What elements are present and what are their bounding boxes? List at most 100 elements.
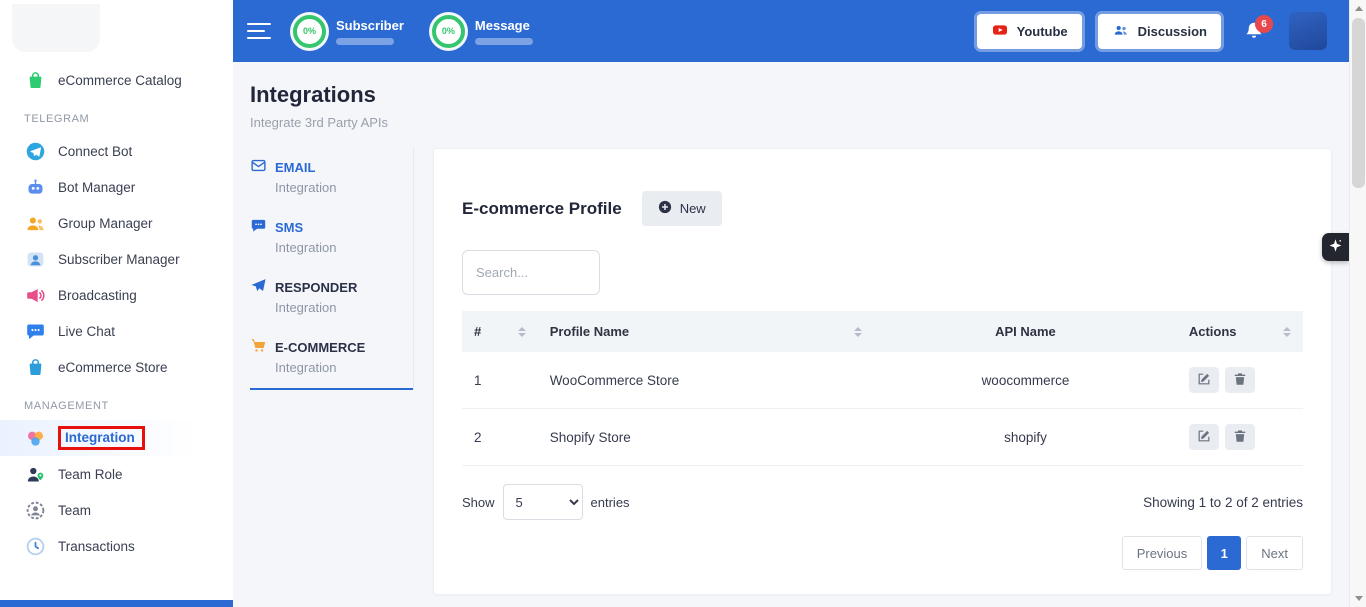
hamburger-menu-icon[interactable] xyxy=(247,23,271,40)
tab-title: RESPONDER xyxy=(275,280,357,295)
delete-button[interactable] xyxy=(1225,367,1255,393)
person-pin-icon xyxy=(24,463,46,485)
message-progress-bar xyxy=(475,38,533,45)
edit-icon xyxy=(1197,372,1211,389)
show-label: Show xyxy=(462,495,495,510)
integration-tabs: EMAIL Integration SMS Integration xyxy=(250,148,414,390)
search-input[interactable] xyxy=(462,250,600,295)
sort-icon xyxy=(1283,327,1291,337)
discussion-button[interactable]: Discussion xyxy=(1098,14,1221,49)
notifications-bell-icon[interactable]: 6 xyxy=(1243,20,1265,42)
header-actions[interactable]: Actions xyxy=(1177,311,1303,352)
floating-widget-button[interactable] xyxy=(1322,233,1349,261)
subscriber-progress-ring: 0% xyxy=(293,15,326,48)
paper-plane-icon xyxy=(250,277,267,297)
header-num[interactable]: # xyxy=(462,311,538,352)
tab-sms-integration[interactable]: SMS Integration xyxy=(250,208,413,268)
table-row: 2 Shopify Store shopify xyxy=(462,409,1303,466)
tab-subtitle: Integration xyxy=(275,180,413,195)
sidebar: eCommerce Catalog TELEGRAM Connect Bot B… xyxy=(0,0,233,607)
tab-subtitle: Integration xyxy=(275,360,413,375)
sidebar-item-bot-manager[interactable]: Bot Manager xyxy=(0,169,233,205)
subscriber-progress-bar xyxy=(336,38,394,45)
tab-subtitle: Integration xyxy=(275,240,413,255)
scrollbar-thumb[interactable] xyxy=(1352,18,1365,188)
discussion-people-icon xyxy=(1112,22,1130,41)
main-area: 0% Subscriber 0% Message xyxy=(233,0,1349,607)
youtube-button[interactable]: Youtube xyxy=(977,14,1082,49)
page-1-button[interactable]: 1 xyxy=(1207,536,1241,570)
tab-title: E-COMMERCE xyxy=(275,340,365,355)
sidebar-item-label: Integration xyxy=(65,430,135,445)
sidebar-item-label: eCommerce Catalog xyxy=(58,73,182,88)
trash-icon xyxy=(1233,372,1247,389)
profiles-table: # Profile Name API Name xyxy=(462,311,1303,466)
tab-title: EMAIL xyxy=(275,160,315,175)
transactions-icon xyxy=(24,535,46,557)
integration-circles-icon xyxy=(24,427,46,449)
sidebar-item-transactions[interactable]: Transactions xyxy=(0,528,233,564)
sidebar-item-subscriber-manager[interactable]: Subscriber Manager xyxy=(0,241,233,277)
sidebar-item-label: eCommerce Store xyxy=(58,360,168,375)
subscribers-icon xyxy=(24,248,46,270)
sidebar-item-integration[interactable]: Integration xyxy=(0,420,233,456)
page-title: Integrations xyxy=(250,82,1332,108)
sidebar-item-label: Team Role xyxy=(58,467,123,482)
sidebar-item-team-role[interactable]: Team Role xyxy=(0,456,233,492)
robot-icon xyxy=(24,176,46,198)
sidebar-item-team[interactable]: Team xyxy=(0,492,233,528)
sort-icon xyxy=(518,327,526,337)
scrollbar-down-arrow[interactable] xyxy=(1350,590,1366,607)
telegram-plane-icon xyxy=(24,140,46,162)
new-button[interactable]: New xyxy=(642,191,722,226)
sparkle-icon xyxy=(1328,238,1343,256)
tab-responder-integration[interactable]: RESPONDER Integration xyxy=(250,268,413,328)
sidebar-item-live-chat[interactable]: Live Chat xyxy=(0,313,233,349)
sidebar-item-ecommerce-catalog[interactable]: eCommerce Catalog xyxy=(0,62,233,98)
cell-profile-name: Shopify Store xyxy=(538,409,874,466)
subscriber-percent: 0% xyxy=(303,26,316,36)
youtube-icon xyxy=(991,22,1009,41)
sidebar-item-label: Subscriber Manager xyxy=(58,252,180,267)
next-page-button[interactable]: Next xyxy=(1246,536,1303,570)
pagination: Previous 1 Next xyxy=(462,536,1303,570)
page-size-select[interactable]: 5 xyxy=(503,484,583,520)
megaphone-icon xyxy=(24,284,46,306)
annotation-highlight: Integration xyxy=(58,426,145,450)
delete-button[interactable] xyxy=(1225,424,1255,450)
top-navbar: 0% Subscriber 0% Message xyxy=(233,0,1349,62)
sidebar-item-label: Live Chat xyxy=(58,324,115,339)
chat-bubble-icon xyxy=(24,320,46,342)
new-button-label: New xyxy=(680,201,706,216)
sidebar-item-broadcasting[interactable]: Broadcasting xyxy=(0,277,233,313)
group-people-icon xyxy=(24,212,46,234)
avatar[interactable] xyxy=(1289,12,1327,50)
sort-icon xyxy=(854,327,862,337)
store-bag-icon xyxy=(24,356,46,378)
table-row: 1 WooCommerce Store woocommerce xyxy=(462,352,1303,409)
cell-api-name: woocommerce xyxy=(874,352,1177,409)
sidebar-item-group-manager[interactable]: Group Manager xyxy=(0,205,233,241)
message-label: Message xyxy=(475,18,533,33)
sidebar-item-label: Team xyxy=(58,503,91,518)
scrollbar-up-arrow[interactable] xyxy=(1350,0,1366,17)
sidebar-section-management: MANAGEMENT xyxy=(0,385,233,420)
youtube-button-label: Youtube xyxy=(1017,24,1068,39)
sms-chat-icon xyxy=(250,217,267,237)
header-api-name[interactable]: API Name xyxy=(874,311,1177,352)
shopping-bag-icon xyxy=(24,69,46,91)
edit-button[interactable] xyxy=(1189,424,1219,450)
app-window: eCommerce Catalog TELEGRAM Connect Bot B… xyxy=(0,0,1349,607)
page-content: Integrations Integrate 3rd Party APIs EM… xyxy=(233,62,1349,607)
sidebar-item-connect-bot[interactable]: Connect Bot xyxy=(0,133,233,169)
tab-email-integration[interactable]: EMAIL Integration xyxy=(250,148,413,208)
edit-button[interactable] xyxy=(1189,367,1219,393)
envelope-icon xyxy=(250,157,267,177)
sidebar-item-ecommerce-store[interactable]: eCommerce Store xyxy=(0,349,233,385)
tab-ecommerce-integration[interactable]: E-COMMERCE Integration xyxy=(250,328,413,390)
header-profile-name[interactable]: Profile Name xyxy=(538,311,874,352)
sidebar-item-label: Bot Manager xyxy=(58,180,135,195)
previous-page-button[interactable]: Previous xyxy=(1122,536,1203,570)
scrollbar[interactable] xyxy=(1349,0,1366,607)
message-progress-ring: 0% xyxy=(432,15,465,48)
